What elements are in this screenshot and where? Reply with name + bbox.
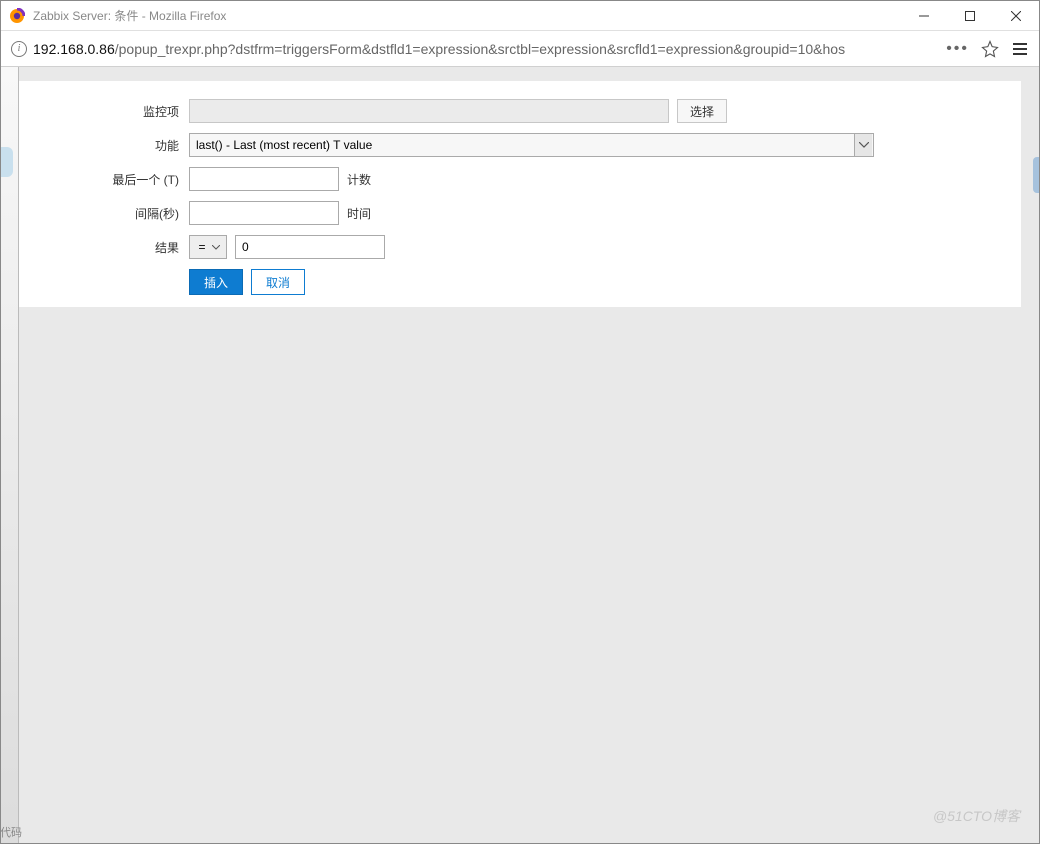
bottom-left-text: 代码 [0, 824, 22, 840]
select-button[interactable]: 选择 [677, 99, 727, 123]
monitor-item-label: 监控项 [27, 103, 189, 120]
result-value-input[interactable] [235, 235, 385, 259]
result-label: 结果 [27, 239, 189, 256]
site-info-icon[interactable]: i [11, 41, 27, 57]
interval-label: 间隔(秒) [27, 205, 189, 222]
cancel-button[interactable]: 取消 [251, 269, 305, 295]
window-controls [901, 1, 1039, 30]
url-text[interactable]: 192.168.0.86/popup_trexpr.php?dstfrm=tri… [33, 41, 940, 57]
page-actions-icon[interactable]: ••• [946, 40, 969, 58]
address-bar: i 192.168.0.86/popup_trexpr.php?dstfrm=t… [1, 31, 1039, 67]
last-t-label: 最后一个 (T) [27, 171, 189, 188]
row-function: 功能 last() - Last (most recent) T value [27, 133, 1013, 157]
interval-suffix: 时间 [347, 205, 371, 222]
interval-input[interactable] [189, 201, 339, 225]
last-t-input[interactable] [189, 167, 339, 191]
close-button[interactable] [993, 1, 1039, 30]
row-result: 结果 = [27, 235, 1013, 259]
last-t-suffix: 计数 [347, 171, 371, 188]
hamburger-menu-icon[interactable] [1011, 40, 1029, 58]
bookmark-star-icon[interactable] [981, 40, 999, 58]
function-label: 功能 [27, 137, 189, 154]
maximize-button[interactable] [947, 1, 993, 30]
row-actions: 插入 取消 [27, 269, 1013, 295]
insert-button[interactable]: 插入 [189, 269, 243, 295]
function-select[interactable]: last() - Last (most recent) T value [189, 133, 874, 157]
row-interval: 间隔(秒) 时间 [27, 201, 1013, 225]
minimize-button[interactable] [901, 1, 947, 30]
chevron-down-icon [210, 245, 222, 250]
firefox-icon [9, 8, 25, 24]
page-content: 监控项 选择 功能 last() - Last (most recent) T … [19, 67, 1021, 843]
browser-viewport: 监控项 选择 功能 last() - Last (most recent) T … [1, 67, 1039, 843]
chevron-down-icon [854, 134, 872, 156]
row-last-t: 最后一个 (T) 计数 [27, 167, 1013, 191]
left-window-sliver [1, 67, 19, 843]
row-monitor-item: 监控项 选择 [27, 99, 1013, 123]
form-panel: 监控项 选择 功能 last() - Last (most recent) T … [19, 81, 1021, 307]
window-title: Zabbix Server: 条件 - Mozilla Firefox [33, 7, 901, 24]
result-op-select[interactable]: = [189, 235, 227, 259]
monitor-item-input[interactable] [189, 99, 669, 123]
window-titlebar: Zabbix Server: 条件 - Mozilla Firefox [1, 1, 1039, 31]
right-window-sliver [1021, 67, 1039, 843]
